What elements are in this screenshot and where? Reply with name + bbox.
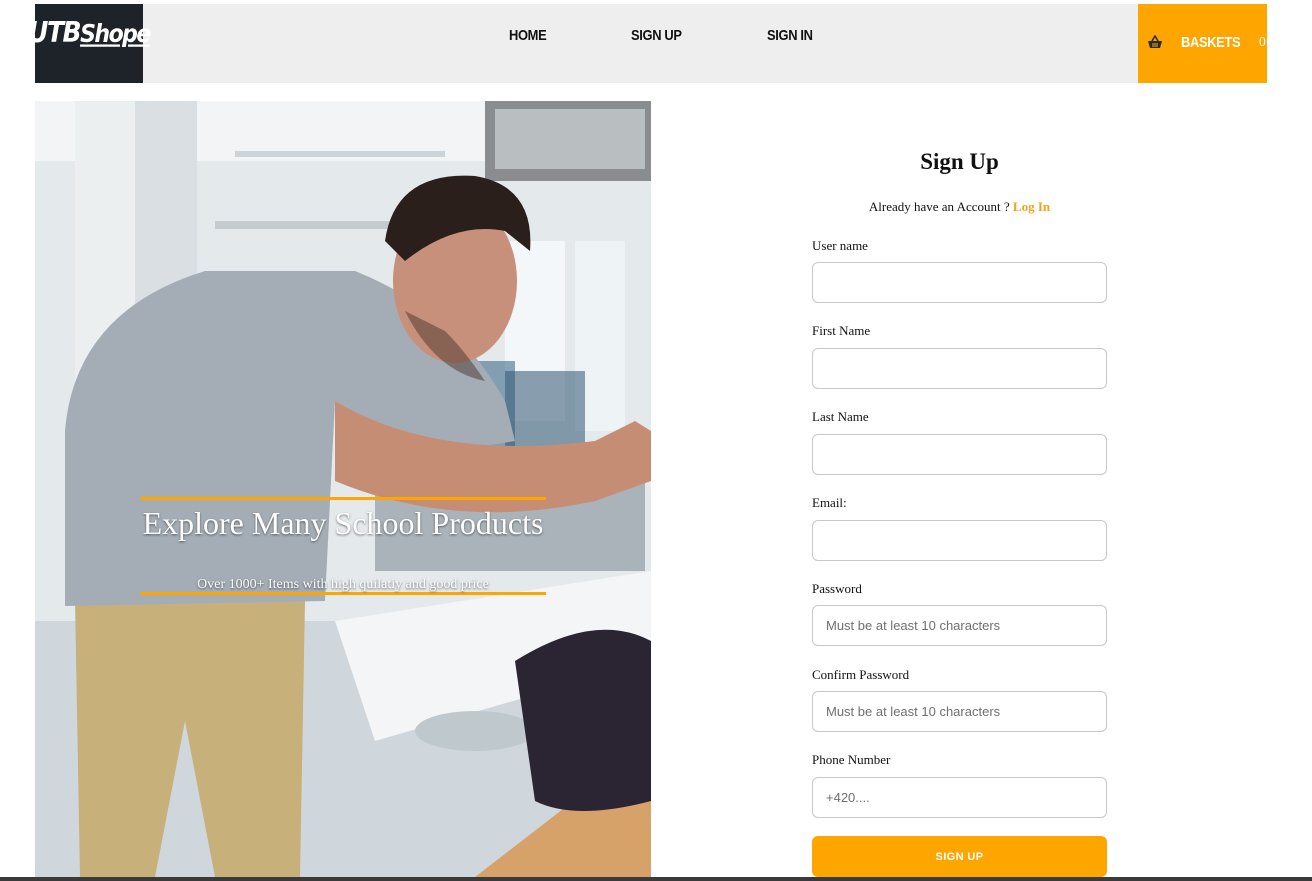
phone-label: Phone Number (812, 752, 891, 767)
confirm-password-label: Confirm Password (812, 667, 910, 682)
bottom-edge-bar (0, 877, 1312, 881)
login-link[interactable]: Log In (1013, 199, 1050, 214)
password-input[interactable] (812, 605, 1107, 646)
hero-photo (35, 101, 651, 877)
email-input[interactable] (812, 520, 1107, 561)
confirm-password-input[interactable] (812, 691, 1107, 732)
last-name-label: Last Name (812, 409, 869, 424)
first-name-input[interactable] (812, 348, 1107, 389)
hero-subtitle: Over 1000+ Items with high quilatiy and … (197, 577, 489, 592)
username-input[interactable] (812, 262, 1107, 303)
basket-icon (1148, 35, 1162, 48)
password-label: Password (812, 581, 862, 596)
nav-signup-link[interactable]: SIGN UP (631, 27, 682, 44)
basket-label: BASKETS (1181, 34, 1241, 51)
nav-signin-link[interactable]: SIGN IN (767, 27, 813, 44)
first-name-label: First Name (812, 323, 871, 338)
brand-logo[interactable]: UTBShope (28, 4, 151, 83)
phone-input[interactable] (812, 777, 1107, 818)
account-prompt-text: Already have an Account ? (868, 199, 1010, 214)
account-prompt: Already have an Account ? Log In (812, 199, 1107, 215)
basket-button[interactable]: BASKETS 0 (1138, 4, 1267, 83)
last-name-input[interactable] (812, 434, 1107, 475)
form-title: Sign Up (920, 149, 999, 174)
hero-banner: Explore Many School Products Over 1000+ … (35, 101, 651, 877)
nav-home-link[interactable]: HOME (509, 27, 547, 44)
hero-caption: Explore Many School Products Over 1000+ … (140, 497, 546, 595)
signup-submit-button[interactable]: SIGN UP (812, 836, 1107, 877)
username-label: User name (812, 238, 868, 253)
top-header: UTBShope HOME SIGN UP SIGN IN BASKETS 0 (28, 4, 1267, 83)
brand-logo-text: UTBShope (28, 15, 151, 50)
hero-title: Explore Many School Products (142, 505, 544, 541)
email-label: Email: (812, 495, 847, 510)
basket-count: 0 (1258, 35, 1266, 50)
